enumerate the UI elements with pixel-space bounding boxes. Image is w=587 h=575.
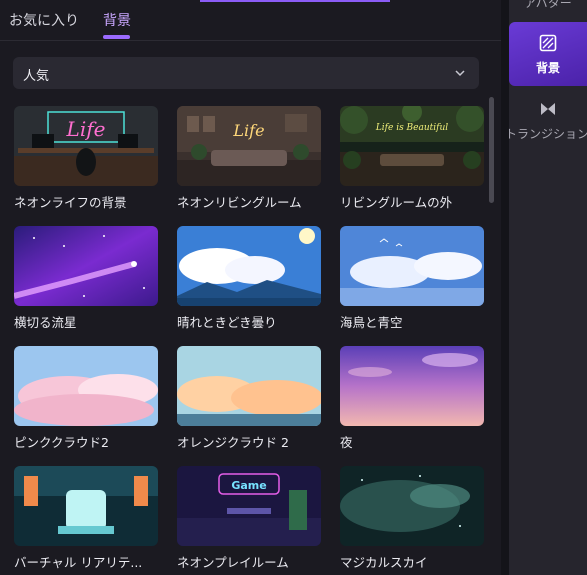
card-caption: ネオンリビングルーム — [177, 195, 302, 210]
scrollbar-thumb[interactable] — [489, 97, 494, 203]
transition-icon — [541, 103, 555, 115]
thumbnail-neon-playroom: Game — [177, 466, 321, 546]
neon-sign-text: Game — [231, 479, 266, 492]
thumbnail-shooting-star — [14, 226, 158, 306]
background-pattern-icon — [539, 34, 557, 52]
card-caption: 海鳥と青空 — [340, 315, 403, 330]
active-tab-indicator — [103, 35, 130, 39]
toolbar-edge — [501, 0, 509, 575]
thumbnail-seabird-blue-sky — [340, 226, 484, 306]
toolbar-item-label: 背景 — [535, 61, 560, 75]
thumbnail-virtual-reality — [14, 466, 158, 546]
card-caption: オレンジクラウド 2 — [177, 435, 289, 450]
thumbnail-night — [340, 346, 484, 426]
card-caption: ネオンプレイルーム — [177, 555, 289, 570]
thumbnail-magical-sky — [340, 466, 484, 546]
card-caption: ネオンライフの背景 — [14, 195, 127, 210]
card-caption: マジカルスカイ — [340, 555, 428, 570]
card-caption: ピンククラウド2 — [14, 435, 109, 450]
thumbnail-orange-cloud — [177, 346, 321, 426]
tab-favorites[interactable]: お気に入り — [9, 10, 79, 30]
neon-sign-text: Life — [66, 117, 106, 141]
chevron-down-icon — [455, 70, 465, 77]
card-caption: 晴れときどき曇り — [177, 315, 277, 330]
category-dropdown[interactable]: 人気 — [13, 57, 479, 89]
thumbnail-pink-cloud — [14, 346, 158, 426]
tab-bar: お気に入り 背景 — [0, 0, 501, 41]
toolbar-item-label: トランジション — [505, 127, 587, 141]
thumbnail-sunny-cloudy — [177, 226, 321, 306]
right-toolbar: アバター 背景 トランジション — [501, 0, 587, 575]
thumbnail-neon-living-room: Life — [177, 106, 321, 186]
thumbnail-outside-living-room: Life is Beautiful — [340, 106, 484, 186]
neon-sign-text: Life is Beautiful — [375, 123, 448, 133]
neon-sign-text: Life — [232, 121, 264, 140]
background-panel: お気に入り 背景 人気 Life ネオンライフの背景 Life ネオンリビングル… — [0, 0, 501, 575]
card-caption: リビングルームの外 — [340, 195, 453, 210]
card-caption: バーチャル リアリテ... — [14, 555, 143, 570]
card-caption: 夜 — [340, 435, 353, 450]
tab-backgrounds[interactable]: 背景 — [103, 10, 131, 30]
category-dropdown-value: 人気 — [23, 69, 50, 84]
toolbar-item-avatar[interactable]: アバター — [509, 0, 587, 14]
toolbar-item-transition[interactable]: トランジション — [505, 98, 587, 148]
thumbnail-neon-life: Life — [14, 106, 158, 186]
toolbar-item-background[interactable]: 背景 — [509, 22, 587, 86]
card-caption: 横切る流星 — [14, 315, 77, 330]
